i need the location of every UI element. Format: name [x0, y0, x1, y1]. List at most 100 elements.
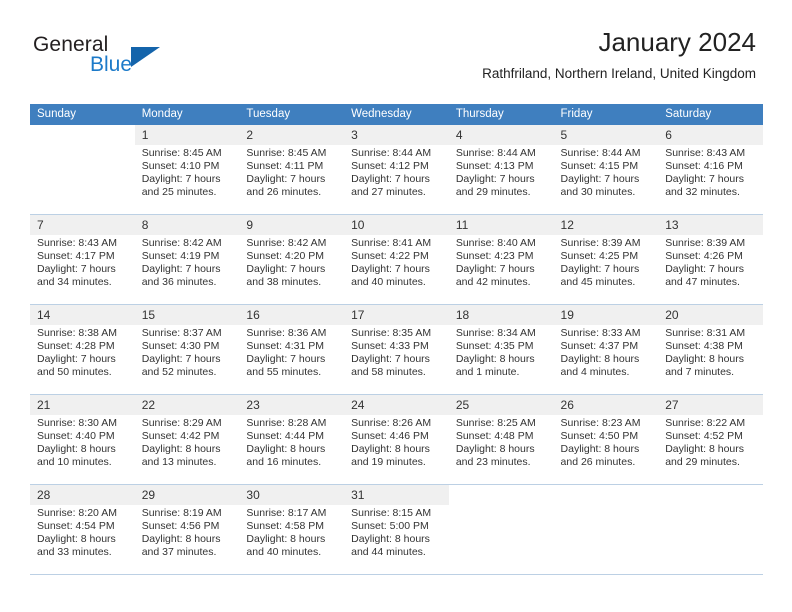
calendar-day-cell[interactable]: 25 Sunrise: 8:25 AM Sunset: 4:48 PM Dayligh… — [448, 394, 554, 485]
sunset-text: Sunset: 4:13 PM — [455, 160, 534, 173]
day-details: Sunrise: 8:39 AM Sunset: 4:25 PM Daylight:… — [554, 235, 659, 289]
calendar-day-cell — [30, 125, 135, 215]
sunrise-text: Sunrise: 8:44 AM — [455, 147, 536, 159]
calendar-day-cell — [658, 484, 763, 575]
day-number: 26 — [553, 395, 659, 415]
day-cell-inner: 4 Sunrise: 8:44 AM Sunset: 4:13 PM Daylight… — [448, 125, 554, 214]
day-cell-inner: 11 Sunrise: 8:40 AM Sunset: 4:23 PM Dayligh… — [448, 215, 554, 304]
calendar-day-cell[interactable]: 20 Sunrise: 8:31 AM Sunset: 4:38 PM Dayligh… — [658, 304, 763, 395]
calendar-day-cell[interactable]: 4 Sunrise: 8:44 AM Sunset: 4:13 PM Daylight… — [448, 125, 554, 215]
day-number: 13 — [658, 215, 763, 235]
calendar-day-cell[interactable]: 5 Sunrise: 8:44 AM Sunset: 4:15 PM Daylight… — [553, 125, 659, 215]
calendar-day-cell[interactable]: 24 Sunrise: 8:26 AM Sunset: 4:46 PM Dayligh… — [344, 394, 449, 485]
calendar-day-cell[interactable]: 13 Sunrise: 8:39 AM Sunset: 4:26 PM Dayligh… — [658, 214, 763, 305]
sunset-text: Sunset: 4:16 PM — [665, 160, 743, 173]
day-number — [554, 485, 659, 505]
sunset-text: Sunset: 4:48 PM — [455, 430, 534, 443]
weekday-header-monday: Monday — [134, 104, 240, 125]
sunset-text: Sunset: 4:33 PM — [351, 340, 429, 353]
day-details: Sunrise: 8:26 AM Sunset: 4:46 PM Daylight:… — [344, 415, 449, 469]
daylight-text-line2: and 7 minutes. — [665, 366, 735, 379]
day-cell-inner — [658, 485, 763, 574]
sunrise-text: Sunrise: 8:20 AM — [37, 507, 117, 519]
day-details: Sunrise: 8:45 AM Sunset: 4:11 PM Daylight:… — [239, 145, 344, 199]
calendar-day-cell[interactable]: 8 Sunrise: 8:42 AM Sunset: 4:19 PM Daylight… — [134, 214, 240, 305]
daylight-text-line2: and 29 minutes. — [665, 456, 740, 469]
day-details: Sunrise: 8:22 AM Sunset: 4:52 PM Daylight:… — [658, 415, 763, 469]
day-cell-inner: 7 Sunrise: 8:43 AM Sunset: 4:17 PM Daylight… — [30, 215, 135, 304]
daylight-text-line1: Daylight: 8 hours — [665, 443, 745, 456]
calendar-day-cell[interactable]: 21 Sunrise: 8:30 AM Sunset: 4:40 PM Dayligh… — [30, 394, 135, 485]
daylight-text-line2: and 30 minutes. — [560, 186, 636, 199]
calendar-week-row: 1 Sunrise: 8:45 AM Sunset: 4:10 PM Daylight… — [30, 125, 763, 215]
calendar-day-cell[interactable]: 2 Sunrise: 8:45 AM Sunset: 4:11 PM Daylight… — [239, 125, 345, 215]
calendar-week-row: 28 Sunrise: 8:20 AM Sunset: 4:54 PM Dayligh… — [30, 484, 763, 575]
calendar-day-cell[interactable]: 26 Sunrise: 8:23 AM Sunset: 4:50 PM Dayligh… — [553, 394, 659, 485]
sunrise-text: Sunrise: 8:36 AM — [246, 327, 327, 339]
day-number — [449, 485, 554, 505]
sunset-text: Sunset: 4:25 PM — [560, 250, 639, 263]
daylight-text-line1: Daylight: 7 hours — [665, 173, 745, 186]
daylight-text-line1: Daylight: 7 hours — [665, 263, 745, 276]
sunset-text: Sunset: 4:42 PM — [141, 430, 220, 443]
calendar-day-cell[interactable]: 12 Sunrise: 8:39 AM Sunset: 4:25 PM Dayligh… — [553, 214, 659, 305]
sunrise-text: Sunrise: 8:42 AM — [141, 237, 222, 249]
calendar-day-cell[interactable]: 10 Sunrise: 8:41 AM Sunset: 4:22 PM Dayligh… — [344, 214, 449, 305]
day-number: 24 — [344, 395, 449, 415]
day-details: Sunrise: 8:39 AM Sunset: 4:26 PM Daylight:… — [658, 235, 763, 289]
day-number: 15 — [134, 305, 240, 325]
calendar-day-cell[interactable]: 27 Sunrise: 8:22 AM Sunset: 4:52 PM Dayligh… — [658, 394, 763, 485]
calendar-day-cell[interactable]: 18 Sunrise: 8:34 AM Sunset: 4:35 PM Dayligh… — [448, 304, 554, 395]
daylight-text-line1: Daylight: 7 hours — [560, 263, 640, 276]
calendar-day-cell[interactable]: 3 Sunrise: 8:44 AM Sunset: 4:12 PM Daylight… — [344, 125, 449, 215]
calendar-day-cell[interactable]: 9 Sunrise: 8:42 AM Sunset: 4:20 PM Daylight… — [239, 214, 345, 305]
calendar-day-cell[interactable]: 29 Sunrise: 8:19 AM Sunset: 4:56 PM Dayligh… — [134, 484, 240, 575]
general-blue-logo[interactable]: General Blue — [33, 33, 263, 83]
day-number: 20 — [658, 305, 763, 325]
sunrise-text: Sunrise: 8:39 AM — [560, 237, 641, 249]
calendar-day-cell[interactable]: 7 Sunrise: 8:43 AM Sunset: 4:17 PM Daylight… — [30, 214, 135, 305]
calendar-day-cell[interactable]: 22 Sunrise: 8:29 AM Sunset: 4:42 PM Dayligh… — [134, 394, 240, 485]
daylight-text-line2: and 34 minutes. — [37, 276, 112, 289]
daylight-text-line1: Daylight: 7 hours — [351, 263, 430, 276]
calendar-day-cell[interactable]: 31 Sunrise: 8:15 AM Sunset: 5:00 PM Dayligh… — [344, 484, 449, 575]
calendar-day-cell[interactable]: 28 Sunrise: 8:20 AM Sunset: 4:54 PM Dayligh… — [30, 484, 135, 575]
day-number: 25 — [448, 395, 554, 415]
sunrise-text: Sunrise: 8:43 AM — [665, 147, 746, 159]
day-cell-inner: 16 Sunrise: 8:36 AM Sunset: 4:31 PM Dayligh… — [239, 305, 345, 394]
calendar-day-cell[interactable]: 16 Sunrise: 8:36 AM Sunset: 4:31 PM Dayligh… — [239, 304, 345, 395]
calendar-day-cell[interactable]: 11 Sunrise: 8:40 AM Sunset: 4:23 PM Dayligh… — [448, 214, 554, 305]
calendar-day-cell[interactable]: 19 Sunrise: 8:33 AM Sunset: 4:37 PM Dayligh… — [553, 304, 659, 395]
sunset-text: Sunset: 4:40 PM — [37, 430, 115, 443]
sunrise-text: Sunrise: 8:40 AM — [455, 237, 536, 249]
calendar-day-cell[interactable]: 1 Sunrise: 8:45 AM Sunset: 4:10 PM Daylight… — [134, 125, 240, 215]
day-cell-inner — [554, 485, 659, 574]
calendar-day-cell[interactable]: 17 Sunrise: 8:35 AM Sunset: 4:33 PM Dayligh… — [344, 304, 449, 395]
daylight-text-line2: and 26 minutes. — [246, 186, 322, 199]
daylight-text-line1: Daylight: 8 hours — [141, 533, 221, 546]
day-cell-inner: 31 Sunrise: 8:15 AM Sunset: 5:00 PM Dayligh… — [344, 485, 449, 574]
calendar-day-cell[interactable]: 6 Sunrise: 8:43 AM Sunset: 4:16 PM Daylight… — [658, 125, 763, 215]
calendar-day-cell[interactable]: 14 Sunrise: 8:38 AM Sunset: 4:28 PM Dayligh… — [30, 304, 135, 395]
calendar-day-cell[interactable]: 23 Sunrise: 8:28 AM Sunset: 4:44 PM Dayligh… — [239, 394, 345, 485]
sunset-text: Sunset: 4:56 PM — [141, 520, 220, 533]
sunrise-text: Sunrise: 8:30 AM — [37, 417, 117, 429]
sunrise-text: Sunrise: 8:41 AM — [351, 237, 432, 249]
day-number: 2 — [239, 125, 345, 145]
calendar-day-cell[interactable]: 15 Sunrise: 8:37 AM Sunset: 4:30 PM Dayligh… — [134, 304, 240, 395]
daylight-text-line1: Daylight: 8 hours — [246, 443, 326, 456]
daylight-text-line2: and 44 minutes. — [351, 546, 426, 559]
sunrise-text: Sunrise: 8:37 AM — [141, 327, 222, 339]
calendar-page: General Blue January 2024 Rathfriland, N… — [0, 0, 792, 612]
day-number: 19 — [553, 305, 659, 325]
day-cell-inner: 24 Sunrise: 8:26 AM Sunset: 4:46 PM Dayligh… — [344, 395, 449, 484]
day-cell-inner: 9 Sunrise: 8:42 AM Sunset: 4:20 PM Daylight… — [239, 215, 345, 304]
sunset-text: Sunset: 4:30 PM — [141, 340, 220, 353]
day-details: Sunrise: 8:42 AM Sunset: 4:20 PM Daylight:… — [239, 235, 344, 289]
sunset-text: Sunset: 4:58 PM — [246, 520, 325, 533]
day-number: 9 — [239, 215, 345, 235]
calendar-day-cell[interactable]: 30 Sunrise: 8:17 AM Sunset: 4:58 PM Dayligh… — [239, 484, 345, 575]
day-number: 10 — [344, 215, 449, 235]
day-details: Sunrise: 8:25 AM Sunset: 4:48 PM Daylight:… — [449, 415, 554, 469]
calendar-grid: Sunday Monday Tuesday Wednesday Thursday… — [30, 104, 763, 575]
